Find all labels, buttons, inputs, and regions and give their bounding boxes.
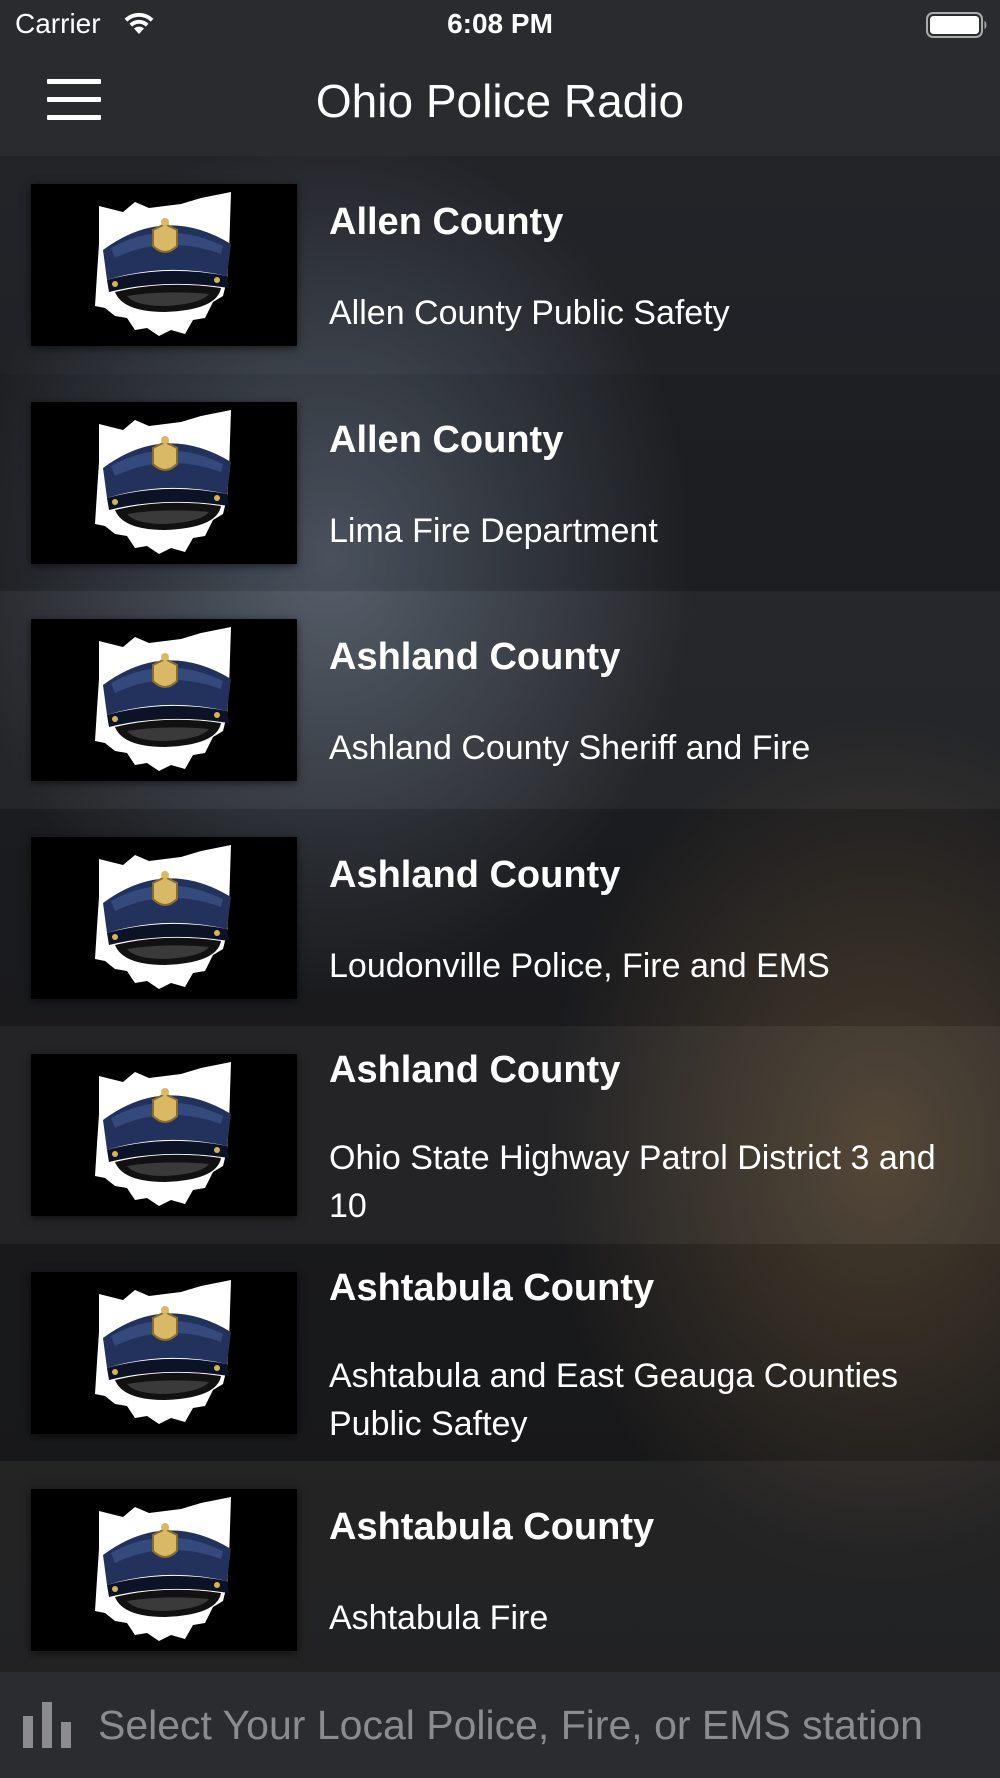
station-county: Ashland County — [329, 853, 621, 896]
station-name: Ashtabula Fire — [329, 1599, 549, 1637]
footer-prompt: Select Your Local Police, Fire, or EMS s… — [98, 1702, 923, 1748]
station-name: Loudonville Police, Fire and EMS — [329, 946, 830, 985]
station-row[interactable]: Ashtabula County Ashtabula Fire — [0, 1461, 1000, 1679]
ohio-police-cap-icon — [31, 184, 297, 346]
station-row[interactable]: Ashland County Ohio State Highway Patrol… — [0, 1026, 1000, 1244]
ohio-police-cap-icon — [31, 1489, 297, 1651]
equalizer-bars-icon — [23, 1702, 75, 1748]
ohio-police-cap-icon — [31, 619, 297, 781]
station-row[interactable]: Ashtabula County Ashtabula and East Geau… — [0, 1243, 1000, 1461]
page-title: Ohio Police Radio — [315, 75, 685, 127]
station-county: Allen County — [329, 418, 564, 461]
battery-icon — [926, 12, 988, 38]
station-name: Allen County Public Safety — [329, 294, 730, 332]
station-row[interactable]: Allen County Allen County Public Safety — [0, 156, 1000, 374]
station-list: Allen County Allen County Public Safety … — [0, 156, 1000, 1679]
station-county: Ashland County — [329, 1049, 621, 1091]
station-name: Ohio State Highway Patrol District 3 and… — [329, 1139, 936, 1225]
status-time: 6:08 PM — [447, 8, 553, 39]
station-row[interactable]: Ashland County Ashland County Sheriff an… — [0, 591, 1000, 809]
station-row[interactable]: Allen County Lima Fire Department — [0, 373, 1000, 591]
ohio-police-cap-icon — [31, 836, 297, 999]
now-playing-bar[interactable]: Select Your Local Police, Fire, or EMS s… — [0, 1672, 1000, 1778]
status-bar: Carrier 6:08 PM — [0, 0, 1000, 52]
station-name: Ashland County Sheriff and Fire — [329, 729, 811, 767]
station-name: Lima Fire Department — [329, 511, 658, 550]
app-screen: Carrier 6:08 PM Ohio Police Radio Allen … — [0, 0, 1000, 1778]
ohio-police-cap-icon — [31, 1271, 297, 1434]
station-name: Ashtabula and East Geauga Counties Publi… — [329, 1356, 898, 1443]
navigation-bar: Ohio Police Radio — [0, 52, 1000, 156]
ohio-police-cap-icon — [31, 401, 297, 564]
station-county: Allen County — [329, 201, 564, 243]
ohio-police-cap-icon — [31, 1054, 297, 1216]
station-row[interactable]: Ashland County Loudonville Police, Fire … — [0, 808, 1000, 1026]
station-county: Ashtabula County — [329, 1266, 655, 1309]
station-county: Ashland County — [329, 636, 621, 678]
station-county: Ashtabula County — [329, 1506, 655, 1548]
